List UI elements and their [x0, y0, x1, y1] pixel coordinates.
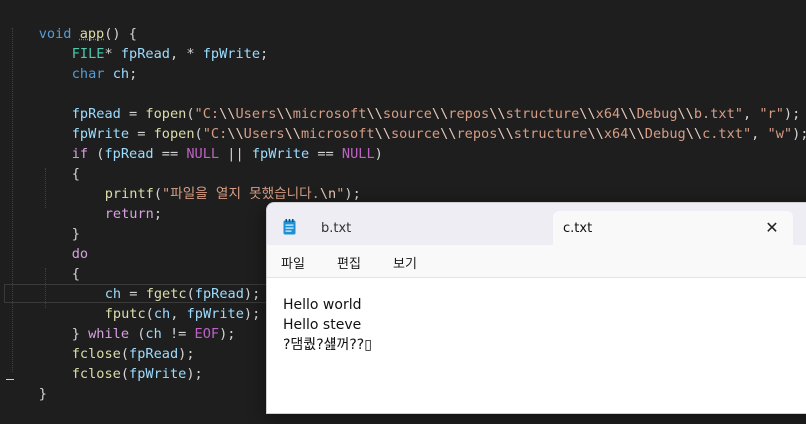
- content-line-2: Hello steve: [283, 317, 362, 333]
- code-line-3[interactable]: char ch;: [39, 44, 138, 82]
- token-punct: , *: [169, 46, 203, 62]
- tab-c-txt[interactable]: c.txt ✕: [553, 211, 793, 245]
- code-line-17[interactable]: fclose(fpRead);: [39, 324, 195, 362]
- token-string: source: [391, 126, 441, 142]
- token-escape: \\: [587, 126, 604, 142]
- code-line-10[interactable]: return;: [72, 184, 162, 222]
- token-punct: ): [374, 146, 383, 162]
- tab-b-txt[interactable]: b.txt: [321, 221, 351, 236]
- token-macro: EOF: [194, 326, 220, 342]
- code-line-18[interactable]: fclose(fpWrite);: [39, 344, 203, 382]
- code-line-16[interactable]: } while (ch != EOF);: [39, 304, 236, 342]
- token-string: "w": [767, 126, 793, 142]
- token-string: repos: [456, 126, 498, 142]
- tab-c-txt-label: c.txt: [563, 221, 593, 236]
- token-punct: ,: [751, 126, 768, 142]
- brace-match-underline: [6, 379, 14, 380]
- token-punct: );: [219, 326, 236, 342]
- menu-file[interactable]: 파일: [281, 253, 305, 272]
- code-line-2[interactable]: FILE* fpRead, * fpWrite;: [39, 24, 268, 62]
- token-escape: \\: [440, 126, 457, 142]
- token-variable: fpWrite: [251, 146, 310, 162]
- token-punct: );: [792, 126, 806, 142]
- token-string: Debug: [644, 126, 686, 142]
- token-punct: ||: [219, 146, 252, 162]
- token-string: structure: [513, 126, 588, 142]
- content-line-1: Hello world: [283, 297, 362, 313]
- token-control-keyword: return: [104, 206, 154, 222]
- code-line-1[interactable]: void app() {: [6, 4, 137, 42]
- token-variable: fpRead: [104, 146, 154, 162]
- token-string: x64: [603, 126, 629, 142]
- token-punct: (: [120, 366, 130, 382]
- notepad-menu-bar: 파일 편집 보기: [267, 245, 806, 278]
- code-line-6[interactable]: fpWrite = fopen("C:\\Users\\microsoft\\s…: [39, 104, 806, 142]
- notepad-app-icon: [283, 219, 296, 235]
- code-line-11[interactable]: }: [39, 204, 80, 242]
- token-variable: fpWrite: [129, 366, 187, 382]
- token-punct: );: [186, 366, 203, 382]
- code-line-12[interactable]: do: [39, 224, 88, 262]
- token-punct: );: [243, 306, 261, 322]
- token-escape: \\: [628, 126, 645, 142]
- notepad-text-area[interactable]: Hello world Hello steve ?댐퀎?섎꺼??▯: [267, 278, 806, 413]
- token-punct: ==: [309, 146, 342, 162]
- token-variable: ch: [112, 66, 130, 82]
- token-macro: NULL: [186, 146, 220, 162]
- token-escape: \\: [685, 126, 703, 142]
- code-line-19[interactable]: }: [6, 364, 47, 402]
- code-line-7[interactable]: if (fpRead == NULL || fpWrite == NULL): [39, 124, 383, 162]
- code-line-9[interactable]: printf("파일을 열지 못했습니다.\n");: [72, 164, 361, 202]
- indent-guide: [12, 28, 13, 372]
- token-string: c.txt": [702, 126, 752, 142]
- token-function: fclose: [71, 366, 121, 382]
- token-escape: \n: [319, 186, 337, 202]
- code-line-13[interactable]: {: [39, 244, 80, 282]
- code-line-14[interactable]: ch = fgetc(fpRead);: [72, 264, 261, 302]
- token-punct: );: [344, 186, 361, 202]
- token-punct: (: [88, 146, 105, 162]
- menu-edit[interactable]: 편집: [337, 253, 361, 272]
- token-punct: ==: [153, 146, 187, 162]
- close-icon[interactable]: ✕: [763, 219, 781, 237]
- token-variable: fpWrite: [202, 46, 261, 62]
- code-line-15[interactable]: fputc(ch, fpWrite);: [72, 284, 261, 322]
- token-punct: ;: [129, 66, 138, 82]
- token-punct: ;: [153, 206, 163, 222]
- token-escape: \\: [497, 126, 514, 142]
- content-line-3: ?댐퀎?섎꺼??▯: [283, 337, 372, 353]
- code-line-8[interactable]: {: [39, 144, 80, 182]
- notepad-window[interactable]: b.txt c.txt ✕ 파일 편집 보기 Hello world Hello…: [266, 202, 806, 414]
- token-keyword: char: [71, 66, 105, 82]
- token-macro: NULL: [341, 146, 375, 162]
- menu-view[interactable]: 보기: [393, 253, 417, 272]
- notepad-tab-bar: b.txt c.txt ✕: [267, 203, 806, 245]
- token-punct: ;: [260, 46, 269, 62]
- code-line-5[interactable]: fpRead = fopen("C:\\Users\\microsoft\\so…: [39, 84, 801, 122]
- token-string: "파일을 열지 못했습니다.: [162, 186, 320, 202]
